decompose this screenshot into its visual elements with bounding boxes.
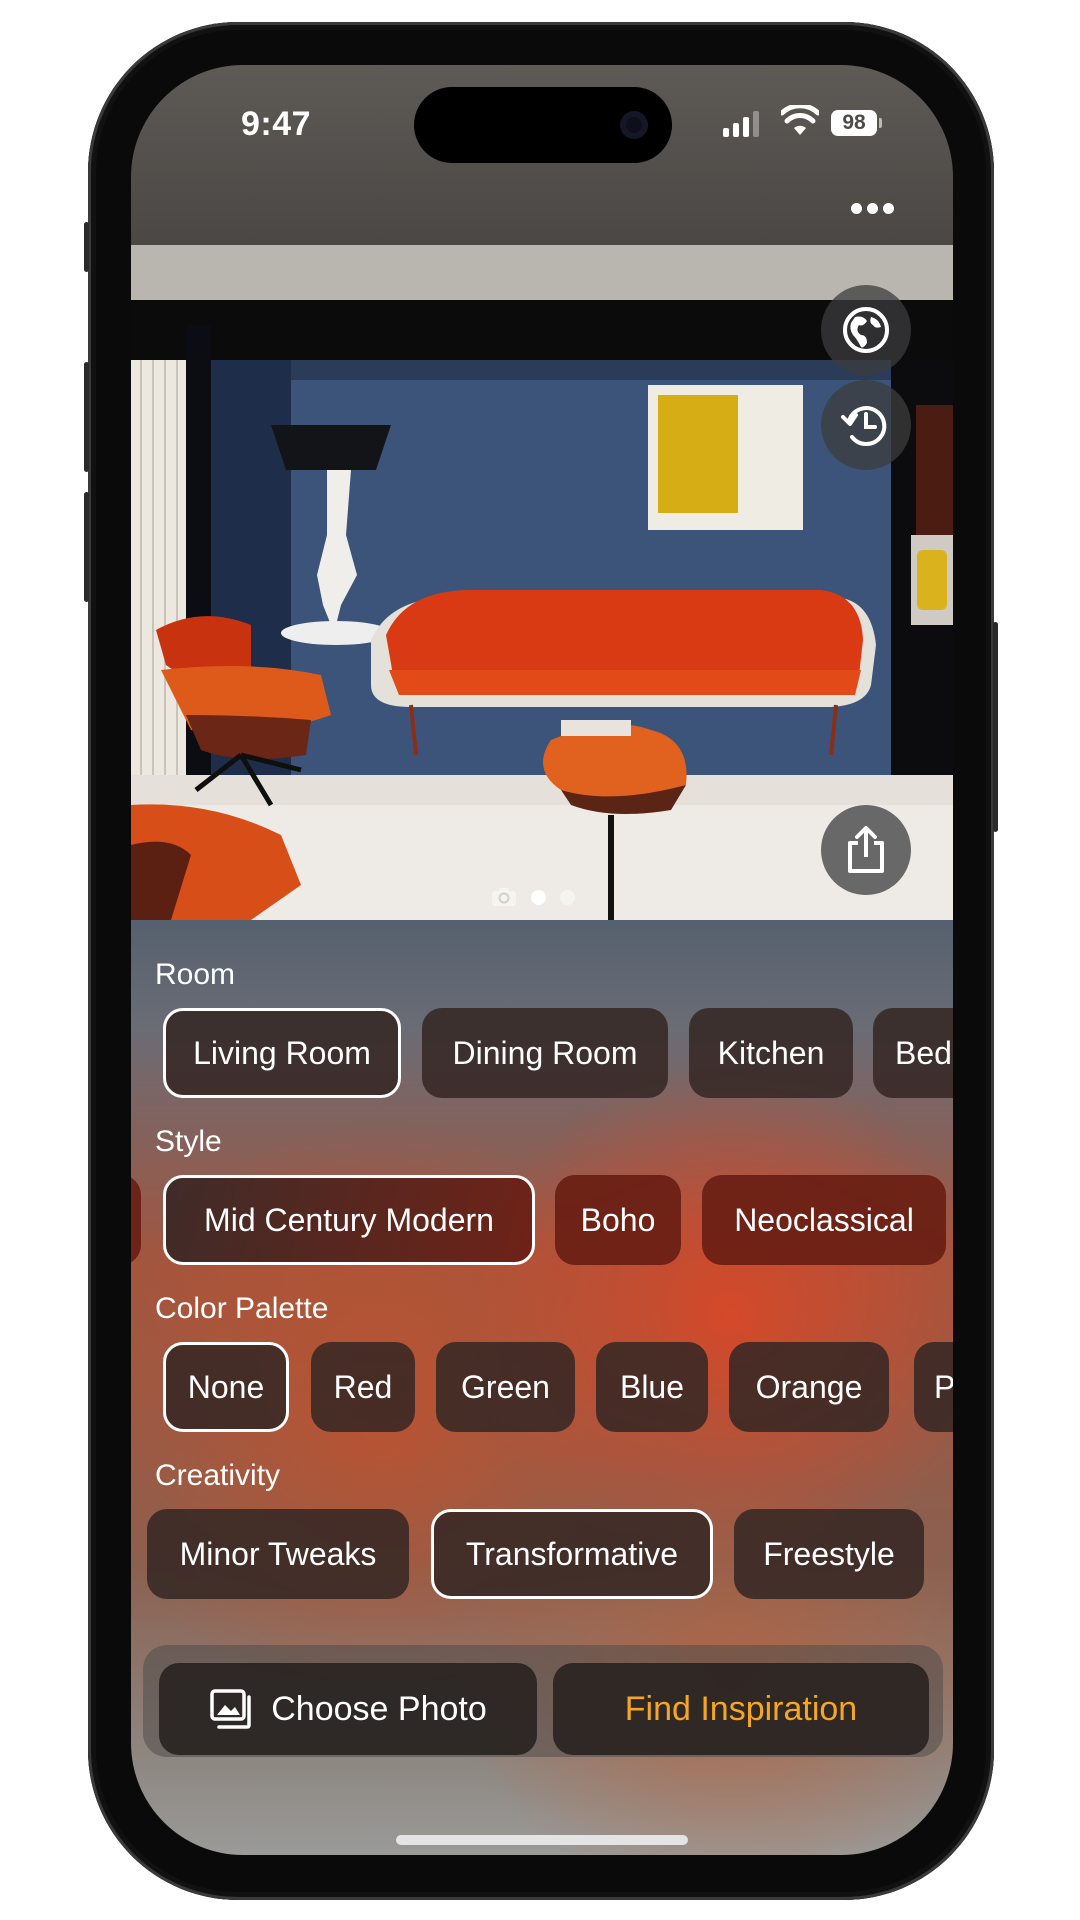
battery-tip [879,118,882,128]
page-dot[interactable] [560,889,575,905]
share-button[interactable] [821,805,911,895]
action-button [84,222,89,272]
room-chip-dining-room[interactable]: Dining Room [422,1008,668,1098]
style-chip-neoclassical[interactable]: Neoclassical [702,1175,946,1265]
home-indicator[interactable] [396,1835,688,1845]
cellular-signal-icon [723,111,759,137]
ellipsis-dot [867,203,878,214]
room-section-label: Room [155,958,236,991]
color-chip-none[interactable]: None [163,1342,289,1432]
creativity-section-label: Creativity [155,1459,281,1492]
photo-library-icon [210,1689,251,1729]
color-chip-green[interactable]: Green [436,1342,575,1432]
find-inspiration-label: Find Inspiration [624,1689,858,1728]
choose-photo-button[interactable]: Choose Photo [159,1663,537,1755]
status-time: 9:47 [241,105,312,143]
front-camera-icon [620,111,648,139]
history-button[interactable] [821,380,911,470]
creativity-chip-freestyle[interactable]: Freestyle [734,1509,924,1599]
action-bar: Choose Photo Find Inspiration [143,1645,943,1757]
room-chip-kitchen[interactable]: Kitchen [689,1008,853,1098]
generated-room-image[interactable] [131,245,953,920]
app-screen: 9:47 98 Room Living Room Dining Room Kit… [131,65,953,1855]
ellipsis-dot [883,203,894,214]
page-dot-active[interactable] [531,889,546,905]
color-palette-section-label: Color Palette [155,1292,329,1325]
room-options-row[interactable]: Living Room Dining Room Kitchen Bedroom [131,1008,953,1100]
style-chip-mid-century-modern[interactable]: Mid Century Modern [163,1175,535,1265]
creativity-chip-minor-tweaks[interactable]: Minor Tweaks [147,1509,409,1599]
style-section-label: Style [155,1125,222,1158]
volume-down-button [84,492,89,602]
find-inspiration-button[interactable]: Find Inspiration [553,1663,929,1755]
globe-button[interactable] [821,285,911,375]
color-chip-orange[interactable]: Orange [729,1342,889,1432]
camera-icon [492,888,516,906]
history-icon [841,406,887,447]
color-chip-red[interactable]: Red [311,1342,415,1432]
ellipsis-dot [851,203,862,214]
color-palette-options-row[interactable]: None Red Green Blue Orange P [131,1342,953,1434]
power-button [993,622,998,832]
style-options-row[interactable]: Mid Century Modern Boho Neoclassical [131,1175,953,1267]
globe-icon [843,307,889,353]
color-chip-blue[interactable]: Blue [596,1342,708,1432]
status-bar: 9:47 98 [131,65,953,175]
choose-photo-label: Choose Photo [271,1689,487,1728]
wifi-icon [781,105,819,135]
dynamic-island [414,87,672,163]
style-chip-boho[interactable]: Boho [555,1175,681,1265]
share-icon [848,826,884,873]
more-options-button[interactable] [851,203,894,214]
creativity-chip-transformative[interactable]: Transformative [431,1509,713,1599]
style-chip-offscreen[interactable] [131,1175,141,1265]
page-indicator[interactable] [491,887,575,907]
volume-up-button [84,362,89,472]
color-chip-partial[interactable]: P [914,1342,953,1432]
room-chip-bedroom[interactable]: Bedroom [873,1008,953,1098]
room-chip-living-room[interactable]: Living Room [163,1008,401,1098]
battery-icon: 98 [831,110,877,136]
creativity-options-row[interactable]: Minor Tweaks Transformative Freestyle [131,1509,953,1601]
